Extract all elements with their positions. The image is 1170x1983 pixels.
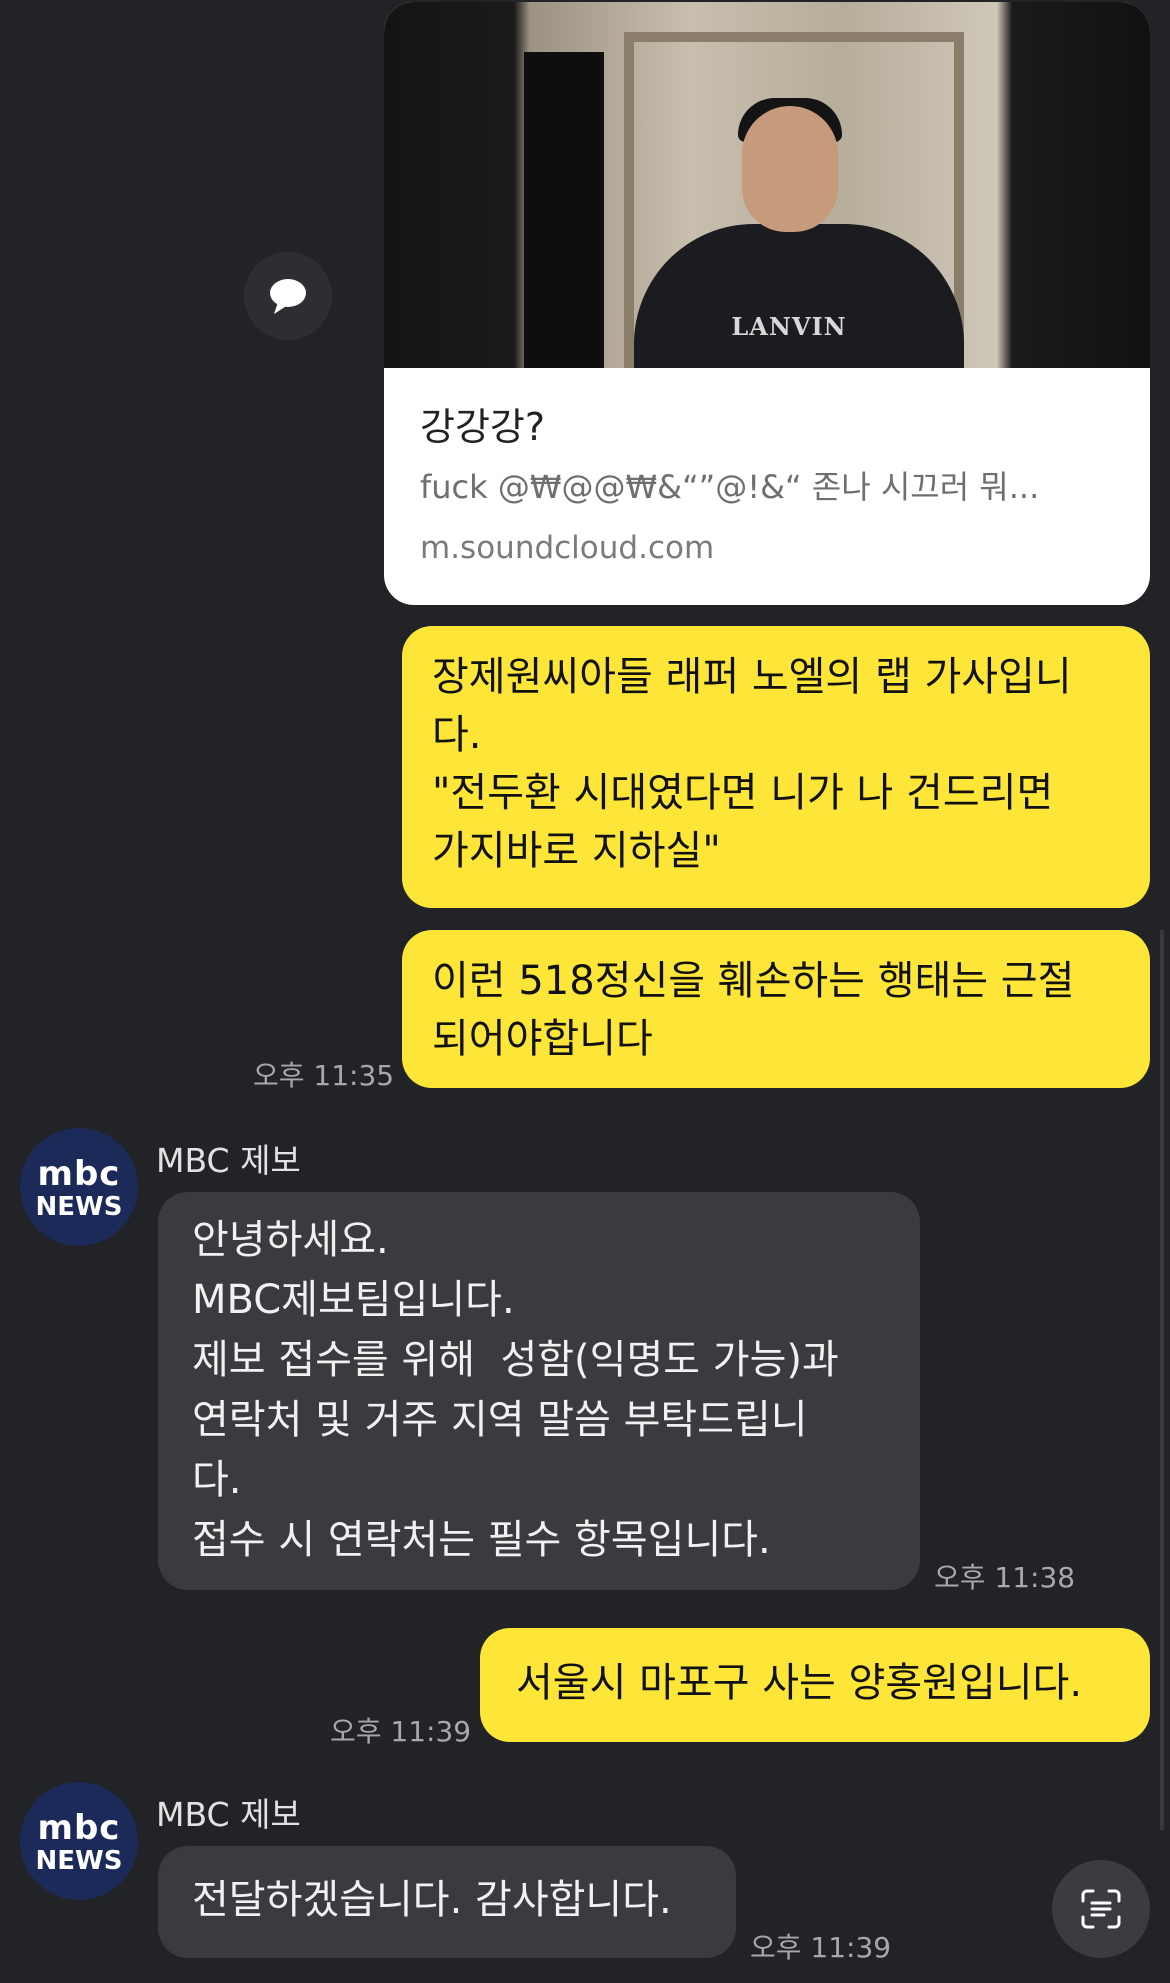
link-preview-card[interactable]: LANVIN 강강강? fuck @₩@@₩&“”@!&“ 존나 시끄러 뭐..… [384,2,1150,605]
mbc-news-avatar[interactable]: mbc NEWS [20,1782,138,1900]
message-time: 오후 11:39 [750,1931,892,1964]
message-text: 안녕하세요. MBC제보팀입니다. 제보 접수를 위해 성함(익명도 가능)과 … [192,1217,839,1563]
sender-name: MBC 제보 [156,1795,301,1834]
my-message-bubble[interactable]: 이런 518정신을 훼손하는 행태는 근절 되어야합니다 [402,930,1150,1088]
text-scan-button[interactable] [1052,1860,1150,1958]
message-time: 오후 11:39 [330,1715,472,1748]
text-scan-icon [1079,1887,1123,1931]
message-time: 오후 11:38 [934,1561,1076,1594]
message-text: 이런 518정신을 훼손하는 행태는 근절 되어야합니다 [432,958,1075,1062]
avatar-logo-text: mbc [37,1808,121,1848]
message-time: 오후 11:35 [253,1059,395,1092]
bot-message-bubble[interactable]: 안녕하세요. MBC제보팀입니다. 제보 접수를 위해 성함(익명도 가능)과 … [158,1192,920,1590]
link-preview-url: m.soundcloud.com [420,530,715,566]
avatar-logo-text: mbc [37,1154,121,1194]
link-preview-title: 강강강? [420,405,546,449]
hoodie-logo-text: LANVIN [731,312,847,341]
avatar-logo-subtext: NEWS [35,1846,123,1876]
avatar-logo-subtext: NEWS [35,1192,123,1222]
message-text: 전달하겠습니다. 감사합니다. [192,1877,672,1923]
message-text: 장제원씨아들 래퍼 노엘의 랩 가사입니 다. "전두환 시대였다면 니가 나 … [432,654,1072,874]
my-message-bubble[interactable]: 서울시 마포구 사는 양홍원입니다. [480,1628,1150,1742]
scrollbar[interactable] [1160,930,1164,1830]
bot-message-bubble[interactable]: 전달하겠습니다. 감사합니다. [158,1846,736,1958]
link-preview-image: LANVIN [384,2,1150,368]
speech-bubble-icon [266,274,310,318]
mbc-news-avatar[interactable]: mbc NEWS [20,1128,138,1246]
link-preview-description: fuck @₩@@₩&“”@!&“ 존나 시끄러 뭐... [420,468,1040,506]
message-text: 서울시 마포구 사는 양홍원입니다. [516,1660,1083,1706]
sender-name: MBC 제보 [156,1141,301,1180]
my-message-bubble[interactable]: 장제원씨아들 래퍼 노엘의 랩 가사입니 다. "전두환 시대였다면 니가 나 … [402,626,1150,908]
share-button[interactable] [244,252,332,340]
